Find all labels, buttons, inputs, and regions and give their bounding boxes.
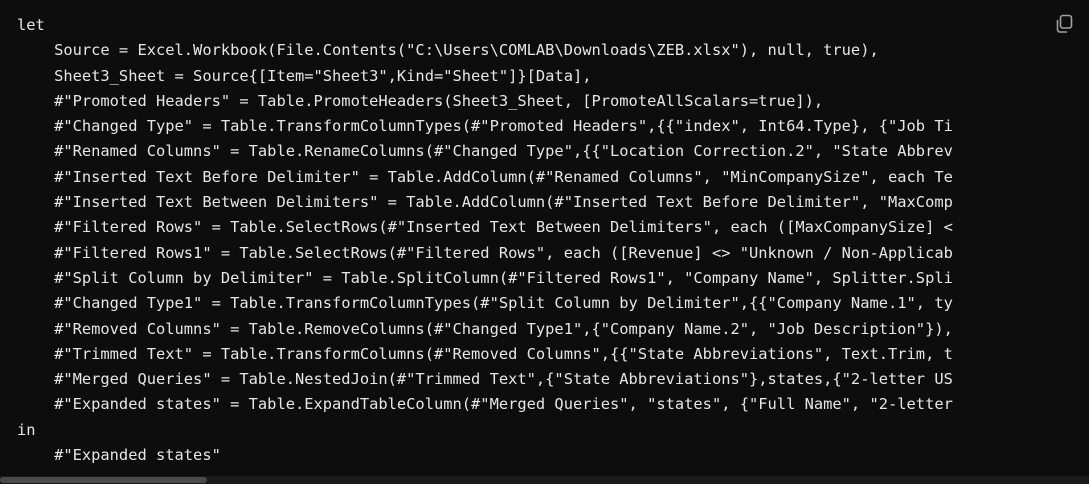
code-viewport[interactable]: let Source = Excel.Workbook(File.Content… <box>0 0 1089 476</box>
code-line: Sheet3_Sheet = Source{[Item="Sheet3",Kin… <box>17 66 592 85</box>
code-text: let Source = Excel.Workbook(File.Content… <box>0 0 1089 468</box>
copy-button[interactable] <box>1053 13 1075 35</box>
code-line: #"Changed Type1" = Table.TransformColumn… <box>17 294 953 313</box>
code-line: let <box>17 16 45 34</box>
copy-icon <box>1056 14 1073 33</box>
code-line: #"Trimmed Text" = Table.TransformColumns… <box>17 344 953 363</box>
scrollbar-thumb[interactable] <box>0 477 207 483</box>
code-line: #"Renamed Columns" = Table.RenameColumns… <box>17 142 953 161</box>
code-line: #"Removed Columns" = Table.RemoveColumns… <box>17 319 953 338</box>
horizontal-scrollbar[interactable] <box>0 476 1089 484</box>
code-line: #"Expanded states" <box>17 446 221 465</box>
code-line: #"Expanded states" = Table.ExpandTableCo… <box>17 395 953 414</box>
code-line: Source = Excel.Workbook(File.Contents("C… <box>17 41 879 60</box>
code-line: in <box>17 420 36 439</box>
code-line: #"Promoted Headers" = Table.PromoteHeade… <box>17 91 824 110</box>
code-line: #"Filtered Rows1" = Table.SelectRows(#"F… <box>17 243 953 262</box>
code-line: #"Split Column by Delimiter" = Table.Spl… <box>17 268 953 287</box>
code-line: #"Filtered Rows" = Table.SelectRows(#"In… <box>17 218 953 237</box>
code-line: #"Inserted Text Before Delimiter" = Tabl… <box>17 167 953 186</box>
code-line: #"Changed Type" = Table.TransformColumnT… <box>17 117 953 136</box>
code-block: let Source = Excel.Workbook(File.Content… <box>0 0 1089 484</box>
code-line: #"Merged Queries" = Table.NestedJoin(#"T… <box>17 370 953 389</box>
code-line: #"Inserted Text Between Delimiters" = Ta… <box>17 193 953 212</box>
